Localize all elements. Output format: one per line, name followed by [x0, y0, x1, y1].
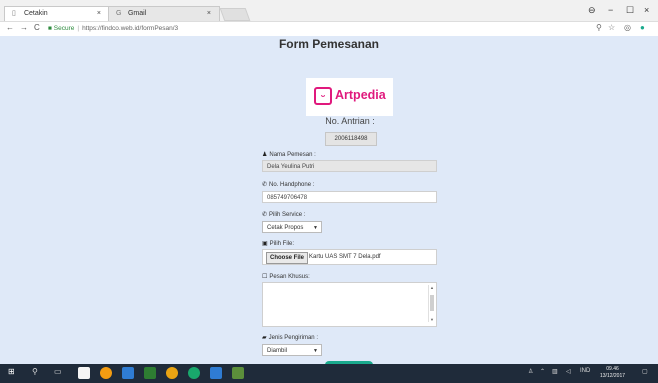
new-tab-button[interactable]	[219, 8, 251, 21]
forward-icon[interactable]: →	[20, 23, 28, 32]
pesan-textarea[interactable]: ▲ ▼	[262, 282, 437, 327]
pesan-label: ☐ Pesan Khusus:	[262, 274, 310, 280]
task-view-icon[interactable]: ▭	[54, 367, 62, 376]
tray-arrow-icon[interactable]: ⌃	[540, 368, 545, 375]
nama-label: ♟ Nama Pemesan :	[262, 152, 316, 158]
address-bar: ← → C ■ Secure | https://findco.web.id/for…	[0, 21, 658, 36]
page-icon: ▯	[12, 10, 16, 17]
url-text: https://findco.web.id/formPesan/3	[82, 25, 179, 32]
hp-field[interactable]: 085749706478	[262, 191, 437, 203]
back-icon[interactable]: ←	[6, 23, 14, 32]
windows-start-icon[interactable]: ⊞	[8, 367, 15, 376]
chevron-down-icon: ▼	[313, 225, 318, 231]
file-name: Kartu UAS SMT 7 Dela.pdf	[309, 254, 381, 260]
logo-icon: ᴗ	[314, 87, 332, 105]
extension-icon[interactable]: ◎	[624, 23, 631, 32]
chevron-down-icon: ▼	[313, 348, 318, 354]
ime-indicator[interactable]: IND	[580, 368, 590, 374]
paint-taskbar-icon[interactable]	[232, 367, 244, 379]
secure-label: Secure	[53, 25, 75, 32]
browser-chrome: ▯ Cetakin × G Gmail × ⊖ − ☐ × ← → C ■ Se…	[0, 0, 658, 36]
scroll-thumb[interactable]	[430, 295, 434, 311]
search-icon[interactable]: ⚲	[32, 367, 38, 376]
word-taskbar-icon[interactable]	[210, 367, 222, 379]
scroll-up-icon[interactable]: ▲	[430, 285, 434, 290]
lock-icon: ■	[48, 25, 52, 32]
service-select[interactable]: Cetak Propos ▼	[262, 221, 322, 233]
line-taskbar-icon[interactable]	[188, 367, 200, 379]
extension-icon-green[interactable]: ●	[640, 23, 645, 32]
tab-cetakin[interactable]: ▯ Cetakin ×	[4, 6, 110, 21]
choose-file-button[interactable]: Choose File	[266, 252, 309, 264]
file-taskbar-icon[interactable]	[78, 367, 90, 379]
google-icon: G	[116, 10, 122, 17]
logo-text: Artpedia	[335, 88, 386, 102]
notification-icon[interactable]: ▢	[642, 368, 648, 375]
pengiriman-label: ▰ Jenis Pengiriman :	[262, 335, 318, 341]
artpedia-logo: ᴗ Artpedia	[306, 78, 393, 116]
clock-time: 09.46	[606, 366, 619, 372]
service-label: ✆ Pilih Service :	[262, 212, 306, 218]
chrome-taskbar-icon[interactable]	[166, 367, 178, 379]
file-input: Choose File Kartu UAS SMT 7 Dela.pdf	[262, 249, 437, 265]
clock[interactable]: 09.46 13/12/2017	[600, 366, 625, 380]
hp-label: ✆ No. Handphone :	[262, 182, 315, 188]
pengiriman-select[interactable]: Diambil ▼	[262, 344, 322, 356]
zoom-icon[interactable]: ⚲	[596, 23, 602, 32]
volume-icon[interactable]: ◁	[566, 368, 571, 375]
people-icon[interactable]: ♙	[528, 368, 533, 375]
phone-icon: ✆	[262, 212, 268, 218]
scroll-down-icon[interactable]: ▼	[430, 317, 434, 322]
bookmark-star-icon[interactable]: ☆	[608, 23, 615, 32]
maximize-button[interactable]: ☐	[626, 5, 634, 16]
tab-gmail[interactable]: G Gmail ×	[108, 6, 220, 21]
file-icon: ▣	[262, 241, 268, 247]
page-title: Form Pemesanan	[278, 37, 380, 51]
textarea-scrollbar[interactable]: ▲ ▼	[428, 285, 435, 322]
nama-field[interactable]: Dela Yeulina Putri	[262, 160, 437, 172]
queue-label: No. Antrian :	[325, 116, 375, 126]
page-content: Form Pemesanan ᴗ Artpedia No. Antrian : …	[0, 36, 658, 364]
app-taskbar-icon[interactable]	[144, 367, 156, 379]
outlook-taskbar-icon[interactable]	[122, 367, 134, 379]
file-label: ▣ Pilih File:	[262, 241, 295, 247]
phone-icon: ✆	[262, 182, 268, 188]
firefox-taskbar-icon[interactable]	[100, 367, 112, 379]
network-icon[interactable]: ▥	[552, 368, 558, 375]
tab-close-icon[interactable]: ×	[97, 7, 101, 21]
tab-label: Cetakin	[23, 10, 48, 17]
reload-icon[interactable]: C	[34, 23, 40, 32]
edit-icon: ☐	[262, 274, 268, 280]
clock-date: 13/12/2017	[600, 373, 626, 379]
queue-number: 2006118498	[325, 132, 377, 146]
user-icon: ♟	[262, 152, 268, 158]
taskbar: ⊞ ⚲ ▭ ♙ ⌃ ▥ ◁ IND 09.46 13/12/2017 ▢	[0, 364, 658, 383]
url-field[interactable]: ■ Secure | https://findco.web.id/formPesan…	[48, 23, 178, 34]
minimize-button[interactable]: −	[608, 5, 613, 15]
account-icon[interactable]: ⊖	[588, 5, 596, 16]
tab-close-icon[interactable]: ×	[207, 7, 211, 21]
tab-label: Gmail	[127, 10, 147, 17]
close-button[interactable]: ×	[644, 5, 649, 15]
truck-icon: ▰	[262, 335, 267, 341]
